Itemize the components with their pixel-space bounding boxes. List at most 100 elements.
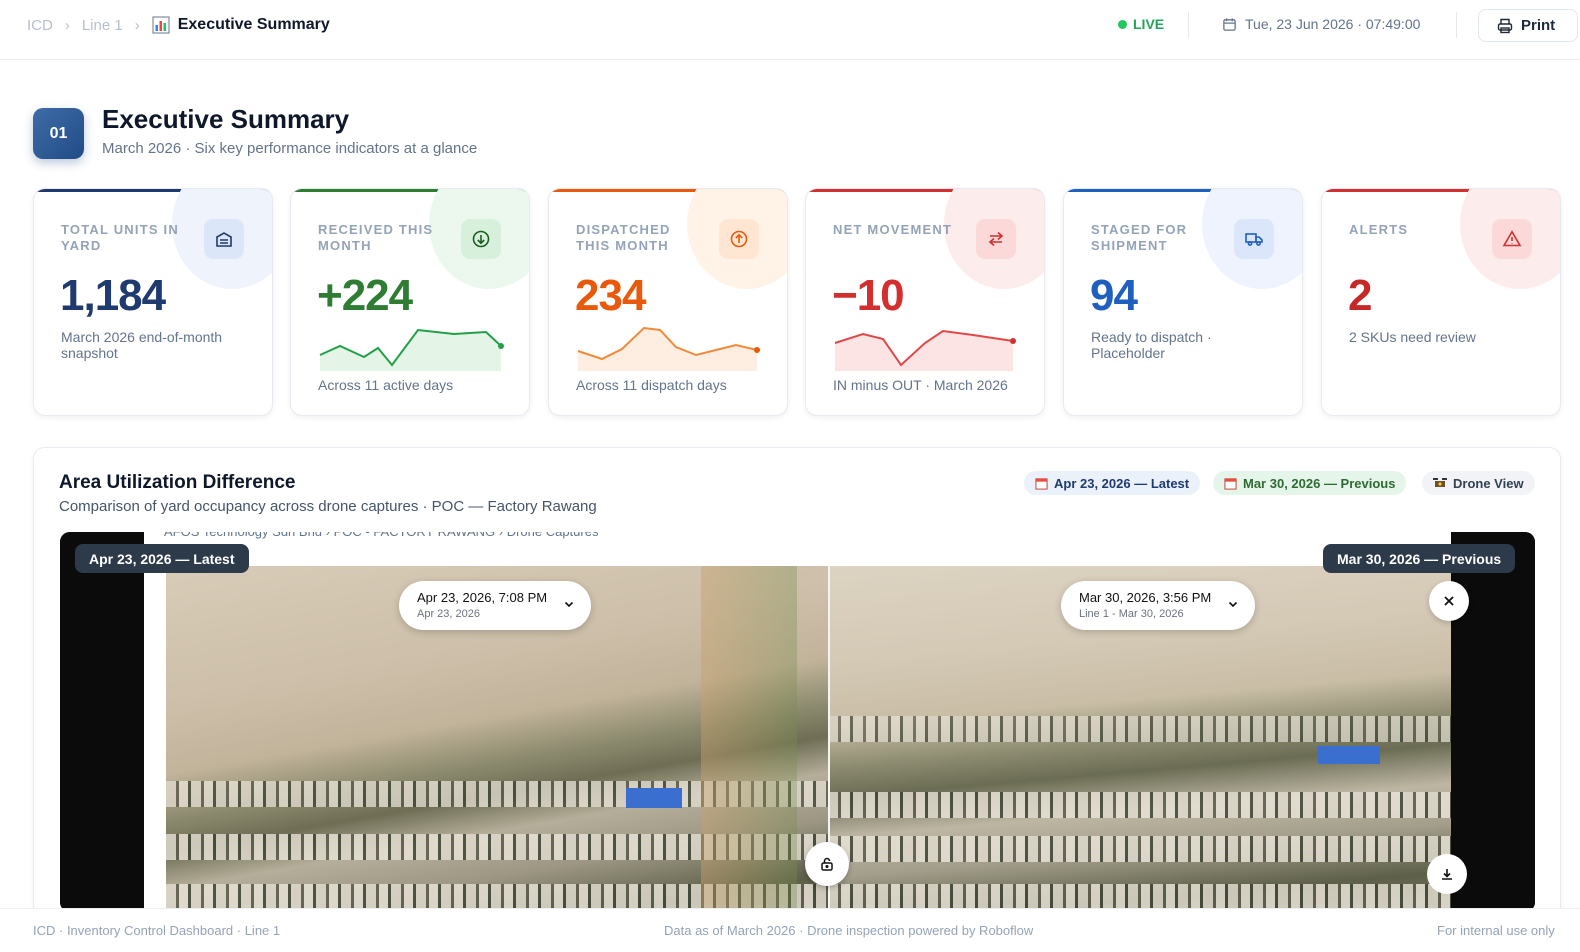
download-icon <box>1442 869 1452 880</box>
kpi-value: 2 <box>1348 271 1373 320</box>
footer-left: ICD · Inventory Control Dashboard · Line… <box>33 923 281 938</box>
live-status: LIVE <box>1118 16 1164 32</box>
kpi-value: 94 <box>1090 271 1138 320</box>
footer-right: For internal use only <box>1437 923 1555 938</box>
area-utilization-panel: Area Utilization Difference Comparison o… <box>33 447 1561 917</box>
kpi-note: IN minus OUT · March 2026 <box>833 377 1008 393</box>
kpi-label: STAGED FOR SHIPMENT <box>1091 222 1188 253</box>
latest-date-picker[interactable]: Apr 23, 2026, 7:08 PM Apr 23, 2026 <box>399 581 591 630</box>
blue-roof <box>626 788 682 808</box>
chip-drone-view-label: Drone View <box>1453 475 1524 491</box>
breadcrumb: ICD › Line 1 › Executive Summary <box>27 16 330 34</box>
divider <box>1188 12 1189 38</box>
arrow-up-circle-icon <box>719 219 759 259</box>
kpi-note: Across 11 dispatch days <box>576 377 727 393</box>
kpi-card-total-units: TOTAL UNITS IN YARD 1,184 March 2026 end… <box>33 188 273 416</box>
unlock-icon <box>821 857 833 871</box>
warning-triangle-icon <box>1492 219 1532 259</box>
kpi-note: 2 SKUs need review <box>1349 329 1476 345</box>
chip-drone-view[interactable]: Drone View <box>1422 471 1535 495</box>
warehouse-icon <box>204 219 244 259</box>
latest-capture-label: Apr 23, 2026 — Latest <box>75 544 249 573</box>
previous-date-primary: Mar 30, 2026, 3:56 PM <box>1079 590 1212 605</box>
latest-date-secondary: Apr 23, 2026 <box>417 608 480 620</box>
kpi-label: NET MOVEMENT <box>833 222 953 237</box>
panel-title: Area Utilization Difference <box>59 472 296 493</box>
breadcrumb-separator-icon: › <box>64 16 70 34</box>
dispatched-sparkline <box>577 326 760 371</box>
drone-comparison-viewer[interactable]: AFOS Technology Sdn Bhd › POC - FACTORY … <box>60 532 1535 912</box>
live-dot-icon <box>1118 19 1127 29</box>
capture-breadcrumb: AFOS Technology Sdn Bhd › POC - FACTORY … <box>144 532 1451 566</box>
latest-date-primary: Apr 23, 2026, 7:08 PM <box>417 590 548 605</box>
kpi-note: Ready to dispatch · Placeholder <box>1091 329 1212 361</box>
blue-roof <box>1318 746 1380 764</box>
breadcrumb-current-label: Executive Summary <box>177 16 330 33</box>
arrow-down-circle-icon <box>461 219 501 259</box>
net-movement-sparkline <box>834 329 1016 371</box>
close-viewer-button[interactable] <box>1429 581 1469 621</box>
container-rows <box>828 884 1451 910</box>
kpi-value: +224 <box>317 271 413 320</box>
truck-icon <box>1234 219 1274 259</box>
print-button[interactable]: Print <box>1478 9 1578 42</box>
drone-capture-frame: AFOS Technology Sdn Bhd › POC - FACTORY … <box>144 532 1451 912</box>
kpi-note: March 2026 end-of-month snapshot <box>61 329 223 361</box>
chip-latest[interactable]: Apr 23, 2026 — Latest <box>1024 471 1201 495</box>
chevron-down-icon <box>1228 601 1238 608</box>
viewer-margin <box>60 532 144 912</box>
container-rows <box>828 836 1451 862</box>
breadcrumb-item-icd[interactable]: ICD <box>27 17 53 34</box>
footer-center: Data as of March 2026 · Drone inspection… <box>664 923 1034 938</box>
chip-previous[interactable]: Mar 30, 2026 — Previous <box>1213 471 1407 495</box>
calendar-icon <box>1035 477 1048 490</box>
highlight-overlay <box>701 566 797 912</box>
breadcrumb-separator-icon: › <box>134 16 140 34</box>
drone-icon <box>1433 477 1447 487</box>
kpi-value: 1,184 <box>60 271 166 320</box>
kpi-card-alerts: ALERTS 2 2 SKUs need review <box>1321 188 1561 416</box>
kpi-label: RECEIVED THIS MONTH <box>318 222 434 253</box>
chevron-down-icon <box>564 601 574 608</box>
breadcrumb-current: Executive Summary <box>152 16 330 34</box>
slider-lock-button[interactable] <box>805 842 849 886</box>
page-subtitle: March 2026 · Six key performance indicat… <box>102 140 478 157</box>
kpi-label: TOTAL UNITS IN YARD <box>61 222 179 253</box>
kpi-value: −10 <box>832 271 905 320</box>
print-label: Print <box>1521 17 1556 34</box>
download-button[interactable] <box>1427 854 1467 894</box>
divider <box>1456 12 1457 38</box>
datetime-display: Tue, 23 Jun 2026 · 07:49:00 <box>1222 16 1420 32</box>
page-title: Executive Summary <box>102 104 350 134</box>
previous-date-picker[interactable]: Mar 30, 2026, 3:56 PM Line 1 - Mar 30, 2… <box>1061 581 1255 630</box>
close-icon <box>1444 596 1454 606</box>
container-rows <box>828 716 1451 742</box>
chip-previous-label: Mar 30, 2026 — Previous <box>1243 475 1396 491</box>
section-number-badge: 01 <box>33 108 84 159</box>
kpi-card-dispatched: DISPATCHED THIS MONTH 234 Across 11 disp… <box>548 188 788 416</box>
chip-latest-label: Apr 23, 2026 — Latest <box>1054 475 1190 491</box>
bar-chart-icon <box>152 16 170 34</box>
previous-date-secondary: Line 1 - Mar 30, 2026 <box>1079 608 1184 620</box>
kpi-card-net-movement: NET MOVEMENT −10 IN minus OUT · March 20… <box>805 188 1045 416</box>
printer-icon <box>1497 18 1513 33</box>
previous-capture-label: Mar 30, 2026 — Previous <box>1323 544 1516 573</box>
swap-arrows-icon <box>976 219 1016 259</box>
datetime-text: Tue, 23 Jun 2026 · 07:49:00 <box>1245 16 1421 32</box>
live-label: LIVE <box>1133 16 1165 32</box>
kpi-label: ALERTS <box>1349 222 1409 237</box>
panel-subtitle: Comparison of yard occupancy across dron… <box>59 498 597 515</box>
kpi-note: Across 11 active days <box>318 377 454 393</box>
received-sparkline <box>319 328 504 371</box>
kpi-card-staged: STAGED FOR SHIPMENT 94 Ready to dispatch… <box>1063 188 1303 416</box>
calendar-icon <box>1224 477 1237 490</box>
footer: ICD · Inventory Control Dashboard · Line… <box>0 908 1580 952</box>
kpi-card-received: RECEIVED THIS MONTH +224 Across 11 activ… <box>290 188 530 416</box>
kpi-label: DISPATCHED THIS MONTH <box>576 222 671 253</box>
top-bar: ICD › Line 1 › Executive Summary LIVE Tu… <box>0 0 1580 60</box>
container-rows <box>828 792 1451 818</box>
kpi-value: 234 <box>575 271 646 320</box>
main-content: 01 Executive Summary March 2026 · Six ke… <box>0 60 1580 917</box>
calendar-icon <box>1223 17 1236 31</box>
breadcrumb-item-line[interactable]: Line 1 <box>82 17 123 34</box>
